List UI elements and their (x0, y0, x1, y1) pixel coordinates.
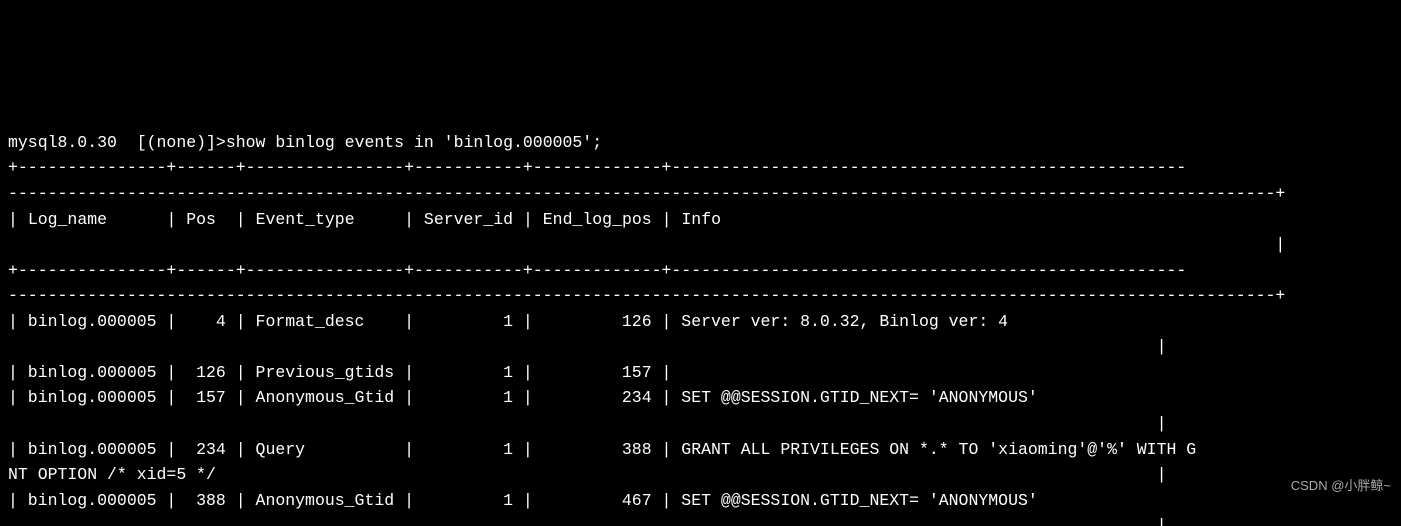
watermark: CSDN @小胖鲸~ (1291, 476, 1391, 496)
col-event-type: Event_type (256, 210, 355, 229)
table-border: +---------------+------+----------------… (8, 261, 1186, 280)
sql-command: show binlog events in 'binlog.000005'; (226, 133, 602, 152)
col-pos: Pos (186, 210, 216, 229)
table-border: ----------------------------------------… (8, 286, 1285, 305)
table-border: +---------------+------+----------------… (8, 158, 1186, 177)
terminal-output: mysql8.0.30 [(none)]>show binlog events … (0, 128, 1401, 526)
col-info: Info (681, 210, 721, 229)
col-log-name: Log_name (28, 210, 107, 229)
col-end-log-pos: End_log_pos (543, 210, 652, 229)
col-server-id: Server_id (424, 210, 513, 229)
table-border: ----------------------------------------… (8, 184, 1285, 203)
mysql-prompt: mysql8.0.30 [(none)]> (8, 133, 226, 152)
table-body: | binlog.000005 | 4 | Format_desc | 1 | … (8, 312, 1196, 526)
